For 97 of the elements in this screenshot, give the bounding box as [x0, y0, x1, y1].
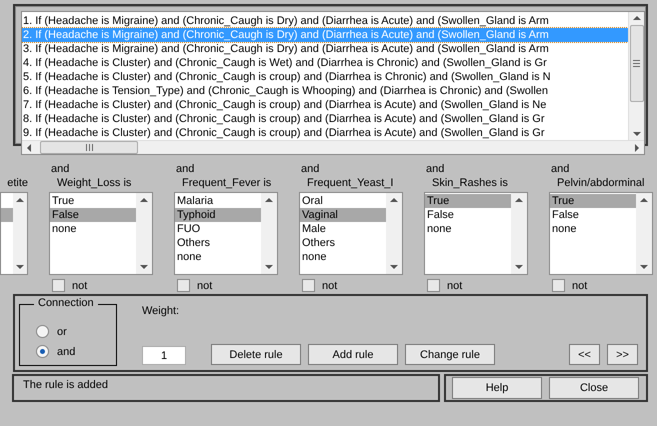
- condition-label: Frequent_Yeast_I: [306, 176, 394, 190]
- arrow-up-icon[interactable]: [265, 197, 273, 203]
- not-label: not: [322, 280, 338, 292]
- not-checkbox[interactable]: [177, 279, 190, 292]
- list-option[interactable]: Vaginal: [300, 208, 386, 222]
- horizontal-scrollbar[interactable]: [22, 140, 644, 154]
- arrow-down-icon[interactable]: [140, 264, 148, 270]
- list-scrollbar[interactable]: [13, 193, 27, 274]
- list-option[interactable]: False: [550, 208, 636, 222]
- group-title: Connection: [34, 297, 98, 309]
- connector-label: and: [50, 162, 70, 176]
- arrow-up-icon[interactable]: [640, 197, 648, 203]
- arrow-up-icon[interactable]: [16, 197, 24, 203]
- list-option[interactable]: none: [425, 222, 511, 236]
- arrow-down-icon[interactable]: [515, 264, 523, 270]
- rule-item[interactable]: 8. If (Headache is Cluster) and (Chronic_Caugh is croup) and (Diarrhea is Acute) and (Swollen_Gland is Gr: [22, 112, 545, 126]
- arrow-down-icon[interactable]: [640, 264, 648, 270]
- condition-label: Skin_Rashes is: [431, 176, 509, 190]
- arrow-right-icon[interactable]: [634, 144, 640, 152]
- rule-item[interactable]: 6. If (Headache is Tension_Type) and (Chronic_Caugh is Whooping) and (Diarrhea is Chronic) and (Swollen: [22, 84, 548, 98]
- radio-button[interactable]: [36, 345, 49, 358]
- not-checkbox[interactable]: [427, 279, 440, 292]
- list-option[interactable]: True: [50, 194, 136, 208]
- nav-button[interactable]: <<: [569, 344, 600, 365]
- arrow-up-icon[interactable]: [140, 197, 148, 203]
- dialog-button[interactable]: Close: [549, 377, 639, 399]
- list-scrollbar[interactable]: [511, 193, 527, 274]
- not-label: not: [197, 280, 212, 292]
- not-checkbox[interactable]: [302, 279, 315, 292]
- radio-label: and: [57, 346, 76, 358]
- list-option[interactable]: none: [550, 222, 636, 236]
- arrow-left-icon[interactable]: [26, 144, 32, 152]
- connector-label: and: [175, 162, 196, 176]
- rule-item[interactable]: 4. If (Headache is Cluster) and (Chronic_Caugh is Wet) and (Diarrhea is Chronic) and (Swollen_Gland is Gr: [22, 56, 547, 70]
- list-option[interactable]: False: [50, 208, 136, 222]
- list-option[interactable]: True: [550, 194, 636, 208]
- nav-button[interactable]: >>: [607, 344, 638, 365]
- not-checkbox[interactable]: [552, 279, 565, 292]
- rule-button[interactable]: Add rule: [308, 344, 398, 365]
- grip-icon: [633, 60, 640, 67]
- list-option[interactable]: none: [300, 250, 386, 264]
- condition-label: Pelvin/abdorminal: [556, 176, 646, 190]
- not-label: not: [72, 280, 88, 292]
- arrow-down-icon[interactable]: [16, 264, 24, 270]
- rule-item[interactable]: 3. If (Headache is Migraine) and (Chronic_Caugh is Dry) and (Diarrhea is Acute) and (Swollen_Gland is Arm: [22, 42, 549, 56]
- grip-icon: [86, 144, 92, 151]
- list-option[interactable]: FUO: [175, 222, 261, 236]
- connector-label: and: [300, 162, 320, 176]
- list-option[interactable]: False: [425, 208, 511, 222]
- option-list[interactable]: True False none: [549, 192, 653, 275]
- scroll-thumb[interactable]: [40, 141, 138, 154]
- option-list[interactable]: True False none: [49, 192, 153, 275]
- list-scrollbar[interactable]: [136, 193, 152, 274]
- arrow-down-icon[interactable]: [390, 264, 398, 270]
- list-option[interactable]: True: [425, 194, 511, 208]
- rule-item[interactable]: 5. If (Headache is Cluster) and (Chronic_Caugh is croup) and (Diarrhea is Chronic) and (Swollen_Gland is N: [22, 70, 551, 84]
- connector-label: and: [425, 162, 446, 176]
- option-list[interactable]: [0, 192, 28, 275]
- arrow-up-icon[interactable]: [515, 197, 523, 203]
- rule-item[interactable]: 1. If (Headache is Migraine) and (Chronic_Caugh is Dry) and (Diarrhea is Acute) and (Swollen_Gland is Arm: [22, 14, 549, 28]
- list-scrollbar[interactable]: [261, 193, 277, 274]
- list-option[interactable]: none: [175, 250, 261, 264]
- status-message: The rule is added: [12, 374, 440, 402]
- radio-button[interactable]: [36, 325, 49, 338]
- not-checkbox[interactable]: [52, 279, 65, 292]
- rule-button[interactable]: Delete rule: [211, 344, 301, 365]
- list-scrollbar[interactable]: [386, 193, 402, 274]
- arrow-down-icon[interactable]: [265, 264, 273, 270]
- not-label: not: [572, 280, 588, 292]
- list-option[interactable]: none: [50, 222, 136, 236]
- list-option[interactable]: Malaria: [175, 194, 261, 208]
- list-option[interactable]: Oral: [300, 194, 386, 208]
- connector-label: and: [550, 162, 570, 176]
- option-list[interactable]: Malaria Typhoid FUO Others none: [174, 192, 278, 275]
- rule-item[interactable]: 9. If (Headache is Cluster) and (Chronic_Caugh is croup) and (Diarrhea is Acute) and (Swollen_Gland is Gr: [22, 126, 545, 140]
- arrow-up-icon[interactable]: [632, 15, 640, 21]
- scroll-thumb[interactable]: [630, 25, 644, 102]
- not-label: not: [447, 280, 462, 292]
- rule-button[interactable]: Change rule: [405, 344, 495, 365]
- list-option[interactable]: Typhoid: [175, 208, 261, 222]
- rule-item[interactable]: 7. If (Headache is Cluster) and (Chronic_Caugh is croup) and (Diarrhea is Acute) and (Swollen_Gland is Ne: [22, 98, 546, 112]
- weight-field[interactable]: 1: [142, 346, 186, 365]
- condition-label: Frequent_Fever is: [181, 176, 272, 190]
- arrow-down-icon[interactable]: [632, 131, 640, 137]
- list-scrollbar[interactable]: [636, 193, 652, 274]
- arrow-up-icon[interactable]: [390, 197, 398, 203]
- list-option[interactable]: Male: [300, 222, 386, 236]
- vertical-scrollbar[interactable]: [628, 12, 644, 140]
- radio-label: or: [57, 326, 67, 338]
- weight-label: Weight:: [142, 305, 180, 317]
- condition-label: Weight_Loss is: [56, 176, 132, 190]
- list-option[interactable]: Others: [175, 236, 261, 250]
- dialog-button[interactable]: Help: [452, 377, 542, 399]
- option-list[interactable]: Oral Vaginal Male Others none: [299, 192, 403, 275]
- list-option[interactable]: Others: [300, 236, 386, 250]
- condition-label: etite: [7, 176, 28, 190]
- option-list[interactable]: True False none: [424, 192, 528, 275]
